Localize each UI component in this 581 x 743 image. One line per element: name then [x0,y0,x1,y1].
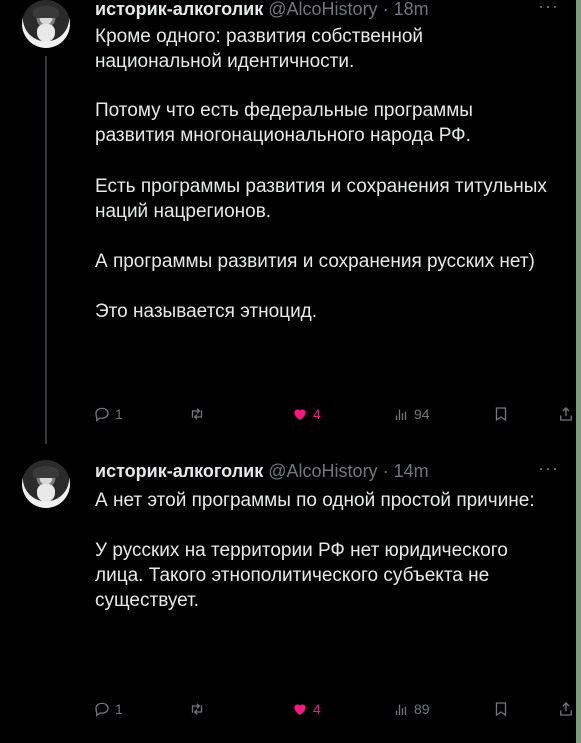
author-handle[interactable]: @AlcoHistory [268,461,377,481]
heart-icon [294,409,306,420]
timestamp[interactable]: 14m [394,461,429,481]
like-button[interactable]: 4 [291,700,321,718]
reply-count: 1 [115,406,123,422]
author-handle[interactable]: @AlcoHistory [268,0,377,19]
retweet-button[interactable] [188,700,206,718]
window-edge [576,0,581,743]
separator: · [382,0,389,19]
view-count: 89 [414,701,430,717]
share-icon [560,702,572,716]
bookmark-button[interactable] [492,405,510,423]
more-options-icon[interactable]: ··· [538,0,559,17]
tweet-paragraph: Есть программы развития и сохранения тит… [95,176,547,222]
views-button[interactable]: 94 [392,405,430,423]
tweet-actions: 1 4 89 [93,700,578,724]
views-icon [395,409,407,420]
avatar[interactable] [22,460,70,508]
share-button[interactable] [557,700,575,718]
reply-icon [95,702,109,717]
bookmark-button[interactable] [492,700,510,718]
share-button[interactable] [557,405,575,423]
like-count: 4 [313,701,321,717]
reply-button[interactable]: 1 [93,700,123,718]
tweet-paragraph: А нет этой программы по одной простой пр… [95,490,535,511]
heart-icon [294,704,306,715]
bookmark-icon [495,407,507,422]
reply-icon [95,407,109,422]
tweet-paragraph: Потому что есть федеральные программы ра… [95,100,473,146]
views-button[interactable]: 89 [392,700,430,718]
views-icon [395,704,407,715]
reply-count: 1 [115,701,123,717]
tweet-paragraph: Это называется этноцид. [95,301,318,322]
author-name[interactable]: историк-алкоголик [95,461,263,481]
more-options-icon[interactable]: ··· [538,458,559,479]
tweet-header: историк-алкоголик @AlcoHistory · 18m [95,0,429,20]
like-count: 4 [313,406,321,422]
retweet-icon [191,408,203,420]
tweet-text: Кроме одного: развития собственной нацио… [95,24,550,324]
separator: · [382,461,389,481]
timestamp[interactable]: 18m [394,0,429,19]
tweet-text: А нет этой программы по одной простой пр… [95,488,550,613]
author-name[interactable]: историк-алкоголик [95,0,263,19]
like-button[interactable]: 4 [291,405,321,423]
tweet-paragraph: А программы развития и сохранения русски… [95,251,535,272]
tweet-paragraph: Кроме одного: развития собственной нацио… [95,26,424,72]
bookmark-icon [495,702,507,717]
share-icon [560,407,572,421]
tweet-paragraph: У русских на территории РФ нет юридическ… [95,540,508,611]
avatar[interactable] [22,0,70,48]
tweet-header: историк-алкоголик @AlcoHistory · 14m [95,460,429,482]
thread-connector-line [45,56,47,444]
retweet-icon [191,703,203,715]
retweet-button[interactable] [188,405,206,423]
reply-button[interactable]: 1 [93,405,123,423]
tweet-actions: 1 4 94 [93,405,578,429]
view-count: 94 [414,406,430,422]
